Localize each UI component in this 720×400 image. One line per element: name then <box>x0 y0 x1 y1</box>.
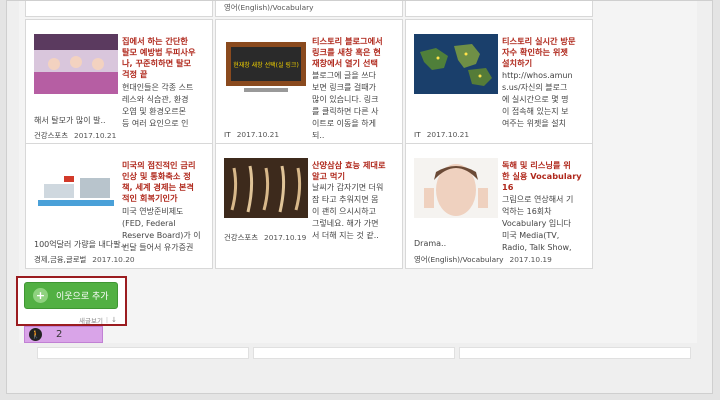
post-card-cut[interactable] <box>37 347 249 359</box>
post-card-cut[interactable]: 영어(English)/Vocabulary <box>215 1 403 17</box>
post-thumbnail[interactable] <box>224 158 308 218</box>
post-date: 2017.10.21 <box>426 130 470 139</box>
post-card-cut[interactable] <box>253 347 455 359</box>
post-card[interactable]: 현재창 새창 선택(실 링크) 티스토리 블로그에서 링크를 새창 혹은 현 재… <box>215 19 403 145</box>
post-card-cut[interactable] <box>405 1 593 17</box>
feed-row: 새글보기 | ↓ <box>79 315 117 325</box>
post-excerpt-tail: Drama.. <box>414 239 447 248</box>
post-excerpt-tail: 해서 탈모가 많이 발.. <box>34 116 106 125</box>
post-excerpt: 현대인들은 각종 스트 레스와 식습관, 환경 오염 및 환경오르몬 등 여러 … <box>122 83 194 128</box>
post-title[interactable]: 미국의 점진적인 금리 인상 및 통화축소 정 책, 세계 경제는 본격 적인 … <box>122 160 208 204</box>
add-neighbor-button[interactable]: + 이웃으로 추가 <box>24 282 118 309</box>
post-title[interactable]: 집에서 하는 간단한 탈모 예방법 두피사우 나, 꾸준히하면 탈모 걱정 끝 <box>122 36 208 80</box>
post-title[interactable]: 티스토리 블로그에서 링크를 새창 혹은 현 재창에서 열기 선택 <box>312 36 398 69</box>
add-user-icon: + <box>33 288 48 303</box>
post-card[interactable]: 독해 및 리스닝를 위 한 실용 Vocabulary 16 그림으로 연상해서… <box>405 143 593 269</box>
post-date: 2017.10.19 <box>264 233 307 242</box>
post-category[interactable]: 영어(English)/Vocabulary <box>224 2 314 13</box>
post-excerpt-tail: 100억달러 가량을 내다팔.. <box>34 240 126 249</box>
post-excerpt: 날씨가 갑자기면 더워 잠 타고 추워지면 몸 이 괜히 으시시하고 그렇네요.… <box>312 183 384 240</box>
counter-value: 2 <box>56 329 63 340</box>
walking-person-icon: 🚶 <box>29 328 42 341</box>
post-excerpt: http://whos.amun s.us/자신의 블로그 에 실시간으로 몇 … <box>502 71 573 128</box>
post-card[interactable]: 산양삼삼 효능 제대로 알고 먹기 날씨가 갑자기면 더워 잠 타고 추워지면 … <box>215 143 403 269</box>
post-excerpt: 블로그에 글을 쓰다 보면 링크를 걸때가 많이 있습니다. 링크 를 클릭하면… <box>312 71 379 140</box>
post-date: 2017.10.21 <box>236 130 280 139</box>
post-card[interactable]: 티스토리 실시간 방문 자수 확인하는 위젯 설치하기 http://whos.… <box>405 19 593 145</box>
divider: | <box>105 316 109 324</box>
post-date: 2017.10.19 <box>509 255 552 264</box>
post-excerpt: 미국 연방준비제도 (FED, Federal Reserve Board)가 … <box>122 207 201 252</box>
post-date: 2017.10.21 <box>74 131 117 140</box>
visitor-counter[interactable]: 🚶 2 <box>24 326 103 343</box>
download-icon[interactable]: ↓ <box>111 316 117 324</box>
post-category[interactable]: 건강스포츠 <box>224 233 258 242</box>
post-category[interactable]: 경제,금융,글로벌 <box>34 255 86 264</box>
post-title[interactable]: 산양삼삼 효능 제대로 알고 먹기 <box>312 160 398 182</box>
post-category[interactable]: 영어(English)/Vocabulary <box>414 255 504 264</box>
post-thumbnail[interactable] <box>414 34 498 94</box>
post-category[interactable]: 건강스포츠 <box>34 131 68 140</box>
post-thumbnail[interactable] <box>34 34 118 94</box>
post-card-cut[interactable] <box>25 1 213 17</box>
post-thumbnail[interactable] <box>414 158 498 218</box>
post-thumbnail[interactable]: 현재창 새창 선택(실 링크) <box>224 34 308 94</box>
post-thumbnail[interactable] <box>34 158 118 218</box>
post-title[interactable]: 독해 및 리스닝를 위 한 실용 Vocabulary 16 <box>502 160 588 193</box>
post-card[interactable]: 미국의 점진적인 금리 인상 및 통화축소 정 책, 세계 경제는 본격 적인 … <box>25 143 213 269</box>
post-category[interactable]: IT <box>224 130 231 139</box>
post-excerpt: 그림으로 연상해서 기 억하는 16회차 Vocabulary 입니다 미국 M… <box>502 195 574 252</box>
thumb-caption: 현재창 새창 선택(실 링크) <box>233 61 299 69</box>
neighbor-widget-highlight: + 이웃으로 추가 새글보기 | ↓ <box>16 276 127 326</box>
post-card-cut[interactable] <box>459 347 691 359</box>
new-posts-link[interactable]: 새글보기 <box>79 315 103 325</box>
blog-frame: 영어(English)/Vocabulary 집에서 하는 간단한 탈모 예방법… <box>6 0 713 394</box>
post-category[interactable]: IT <box>414 130 421 139</box>
post-title[interactable]: 티스토리 실시간 방문 자수 확인하는 위젯 설치하기 <box>502 36 588 69</box>
post-date: 2017.10.20 <box>92 255 135 264</box>
add-neighbor-label: 이웃으로 추가 <box>56 292 109 302</box>
post-card[interactable]: 집에서 하는 간단한 탈모 예방법 두피사우 나, 꾸준히하면 탈모 걱정 끝 … <box>25 19 213 145</box>
